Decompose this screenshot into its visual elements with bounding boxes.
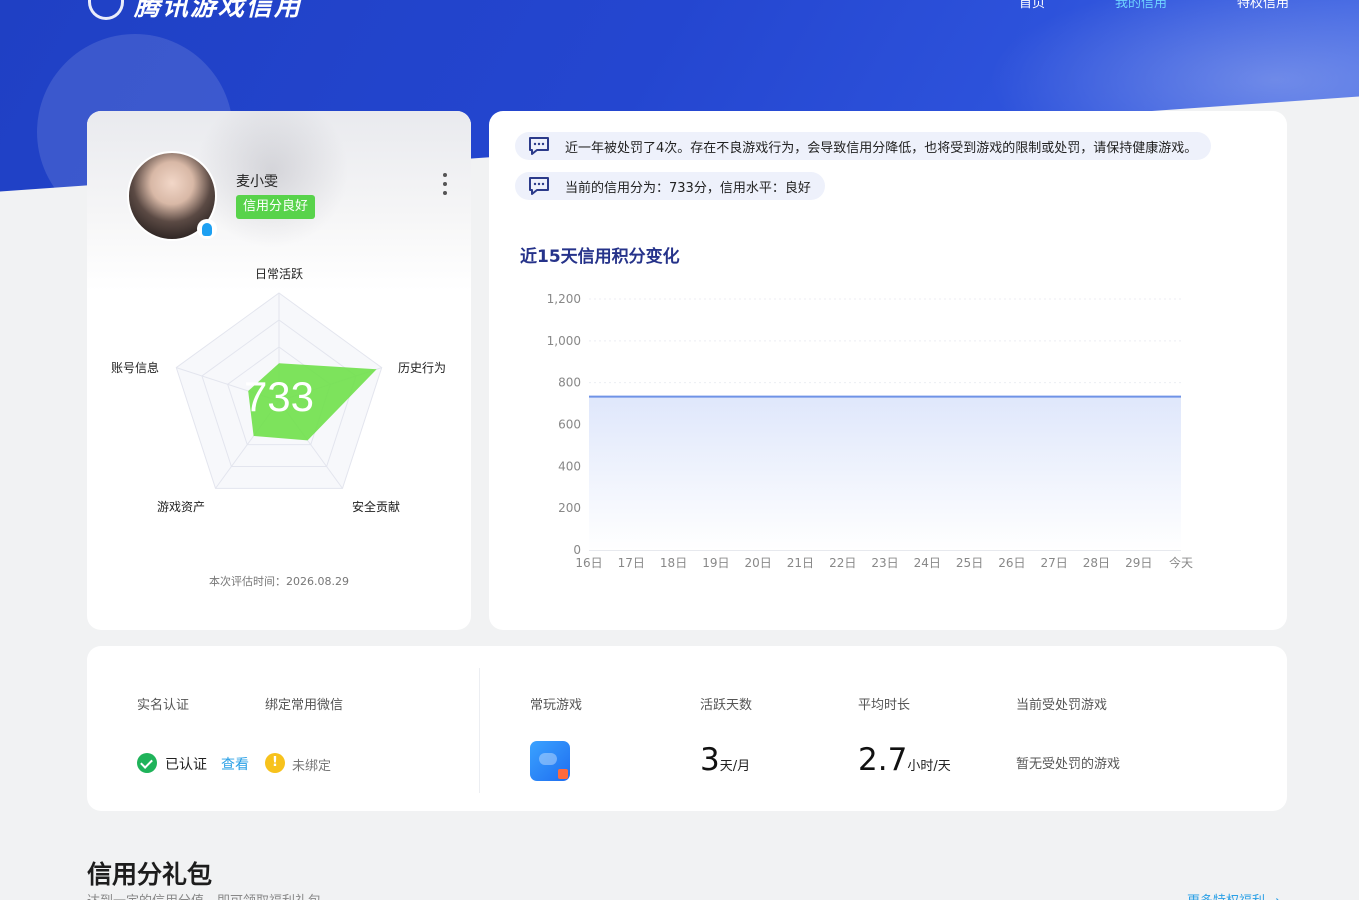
y-tick-label: 0	[573, 543, 581, 557]
x-tick-label: 19日	[702, 556, 729, 570]
evaluation-time: 本次评估时间：2026.08.29	[209, 575, 349, 588]
credit-chart-card: 近一年被处罚了4次。存在不良游戏行为，会导致信用分降低，也将受到游戏的限制或处罚…	[489, 111, 1287, 630]
chart-x-ticks: 16日 17日 18日 19日 20日 21日 22日 23日 24日 25日 26日 27日 28日 2…	[575, 555, 1193, 570]
radar-label-daily-active: 日常活跃	[255, 267, 304, 281]
avg-time-label: 平均时长	[858, 698, 911, 713]
x-tick-label: 24日	[914, 556, 941, 570]
y-tick-label: 200	[558, 501, 581, 515]
avg-time-unit: 小时/天	[907, 759, 951, 774]
credit-line-chart: 0 200 400 600 800 1,000 1,200 16日 17日 18日 19日 20日 2…	[547, 292, 1193, 570]
active-days-label: 活跃天数	[700, 698, 753, 713]
nav-home[interactable]: 首页	[1019, 0, 1045, 11]
stats-card: 实名认证 绑定常用微信 已认证 查看 ! 未绑定 常玩游戏 活跃天数 3天/月 …	[87, 646, 1287, 811]
x-tick-label: 今天	[1169, 555, 1193, 570]
score-notice: 当前的信用分为：733分，信用水平：良好	[515, 172, 825, 200]
x-tick-label: 23日	[871, 556, 898, 570]
x-tick-label: 28日	[1083, 556, 1110, 570]
x-tick-label: 17日	[618, 556, 645, 570]
x-tick-label: 20日	[745, 556, 772, 570]
view-link[interactable]: 查看	[221, 754, 249, 774]
y-tick-label: 600	[558, 418, 581, 432]
x-tick-label: 21日	[787, 556, 814, 570]
wechat-status[interactable]: 未绑定	[292, 755, 331, 774]
more-options-icon[interactable]	[441, 173, 449, 195]
radar-label-security: 安全贡献	[352, 500, 401, 514]
x-tick-label: 25日	[956, 556, 983, 570]
radar-chart: 733	[175, 292, 383, 489]
x-tick-label: 16日	[575, 556, 602, 570]
x-tick-label: 22日	[829, 556, 856, 570]
active-days-value: 3天/月	[700, 742, 751, 778]
radar-label-account: 账号信息	[111, 361, 160, 375]
warning-icon: !	[265, 753, 285, 773]
top-nav: 首页 我的信用 特权信用	[1019, 0, 1289, 11]
active-days-unit: 天/月	[719, 759, 751, 774]
y-tick-label: 800	[558, 376, 581, 390]
logo-text: 腾讯游戏信用	[134, 0, 303, 22]
avg-time-value: 2.7小时/天	[858, 742, 951, 778]
nav-my-credit[interactable]: 我的信用	[1115, 0, 1167, 11]
real-name-status: 已认证	[165, 757, 207, 773]
penalty-notice: 近一年被处罚了4次。存在不良游戏行为，会导致信用分降低，也将受到游戏的限制或处罚…	[515, 132, 1212, 160]
radar-label-assets: 游戏资产	[157, 500, 206, 514]
x-tick-label: 26日	[998, 556, 1025, 570]
logo-shield-icon	[88, 0, 124, 20]
gift-section-subtitle: 达到一定的信用分值，即可领取福利礼包	[87, 890, 321, 900]
chart-area	[589, 396, 1181, 550]
radar-score: 733	[244, 373, 314, 420]
radar-label-history: 历史行为	[398, 361, 447, 375]
message-icon	[529, 137, 549, 155]
profile-card: 麦小雯 信用分良好 733 日常活跃 历史行为 安全贡献 游戏资产 账号信息 本…	[87, 111, 471, 630]
y-tick-label: 1,200	[547, 292, 581, 306]
penalty-game-label: 当前受处罚游戏	[1016, 698, 1108, 713]
penalty-notice-text: 近一年被处罚了4次。存在不良游戏行为，会导致信用分降低，也将受到游戏的限制或处罚…	[565, 140, 1198, 156]
penalty-game-value: 暂无受处罚的游戏	[1016, 757, 1121, 772]
x-tick-label: 27日	[1041, 556, 1068, 570]
gift-section-title: 信用分礼包	[87, 860, 213, 889]
chart-y-ticks: 0 200 400 600 800 1,000 1,200	[547, 292, 581, 557]
fav-game-label: 常玩游戏	[530, 698, 583, 713]
message-icon	[529, 177, 549, 195]
username: 麦小雯	[236, 174, 278, 190]
x-tick-label: 29日	[1125, 556, 1152, 570]
wechat-label: 绑定常用微信	[265, 698, 344, 713]
nav-privilege[interactable]: 特权信用	[1237, 0, 1289, 11]
credit-status-badge: 信用分良好	[236, 195, 316, 219]
chart-title: 近15天信用积分变化	[520, 247, 680, 267]
y-tick-label: 1,000	[547, 334, 581, 348]
x-tick-label: 18日	[660, 556, 687, 570]
check-icon	[137, 753, 157, 773]
real-name-label: 实名认证	[137, 698, 190, 713]
stats-divider	[479, 668, 480, 793]
site-logo[interactable]: 腾讯游戏信用	[88, 0, 302, 23]
y-tick-label: 400	[558, 459, 581, 473]
more-privileges-link[interactable]: 更多特权福利 →	[1187, 890, 1280, 900]
game-icon[interactable]	[530, 741, 570, 781]
score-notice-text: 当前的信用分为：733分，信用水平：良好	[565, 180, 811, 196]
qq-icon	[197, 219, 217, 239]
